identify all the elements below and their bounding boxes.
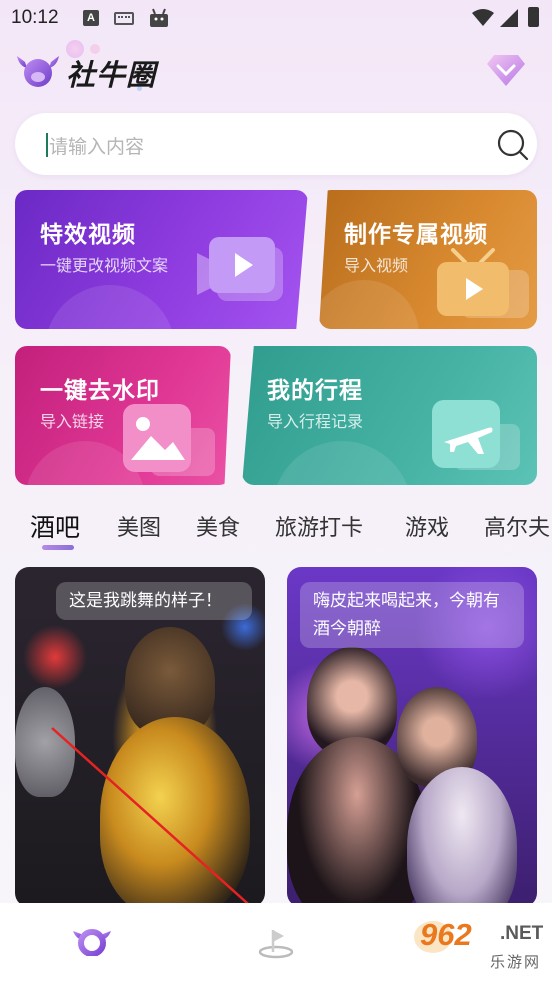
android-icon [150, 8, 168, 27]
card-title: 我的行程 [267, 378, 363, 404]
card-title: 制作专属视频 [344, 222, 488, 248]
post-caption: 嗨皮起来喝起来，今朝有酒今朝醉 [300, 582, 524, 648]
app-header: 社牛圈 [0, 40, 552, 100]
card-decor [272, 441, 412, 485]
card-remove-watermark[interactable]: 一键去水印 导入链接 [15, 346, 231, 485]
card-my-itinerary[interactable]: 我的行程 导入行程记录 [242, 346, 537, 485]
card-title: 一键去水印 [40, 378, 160, 404]
tv-icon [437, 248, 529, 318]
feed-post-card[interactable]: 嗨皮起来喝起来，今朝有酒今朝醉 [287, 567, 537, 907]
tab-bar[interactable]: 酒吧 [30, 508, 80, 544]
signal-icon [500, 9, 518, 27]
search-bar[interactable]: 请输入内容 [15, 113, 537, 175]
active-tab-indicator [42, 545, 74, 550]
feed-post-card[interactable]: 这是我跳舞的样子！ [15, 567, 265, 907]
airplane-icon [432, 400, 520, 470]
text-cursor [46, 133, 48, 157]
search-icon[interactable] [496, 128, 530, 162]
card-subtitle: 一键更改视频文案 [40, 256, 169, 275]
image-icon [123, 404, 215, 476]
vip-diamond-icon[interactable] [486, 52, 526, 88]
tab-photos[interactable]: 美图 [117, 510, 161, 542]
bull-logo-icon [17, 56, 59, 87]
watermark-site: 乐游网 [490, 953, 542, 971]
tab-food[interactable]: 美食 [196, 510, 240, 542]
video-camera-icon [197, 237, 283, 301]
tab-games[interactable]: 游戏 [405, 510, 449, 542]
search-input[interactable]: 请输入内容 [49, 132, 144, 159]
post-image [100, 717, 250, 907]
nav-home-bull-icon[interactable] [72, 928, 112, 956]
status-bar: 10:12 A [0, 0, 552, 36]
card-custom-video[interactable]: 制作专属视频 导入视频 [319, 190, 537, 329]
keyboard-icon [114, 12, 134, 25]
status-time: 10:12 [11, 7, 59, 28]
card-subtitle: 导入链接 [40, 412, 105, 431]
wifi-icon [472, 9, 494, 26]
tab-golf[interactable]: 高尔夫 [484, 510, 550, 542]
tab-travel[interactable]: 旅游打卡 [275, 510, 363, 542]
bottom-navigation: 962 .NET 乐游网 [0, 903, 552, 981]
card-decor [45, 285, 175, 329]
post-caption: 这是我跳舞的样子！ [56, 582, 252, 620]
nav-discover-icon[interactable] [256, 922, 296, 962]
card-subtitle: 导入行程记录 [267, 412, 364, 431]
watermark-logo: 962 .NET 乐游网 [414, 917, 548, 975]
a-notification-icon: A [83, 10, 99, 26]
card-title: 特效视频 [40, 222, 136, 248]
card-subtitle: 导入视频 [344, 256, 409, 275]
watermark-number: 962 [420, 917, 472, 952]
card-decor [319, 280, 419, 329]
post-image [407, 767, 517, 907]
watermark-net: .NET [500, 923, 544, 944]
app-title: 社牛圈 [66, 58, 157, 92]
post-image [15, 687, 75, 797]
battery-icon [528, 7, 539, 27]
card-special-effects-video[interactable]: 特效视频 一键更改视频文案 [15, 190, 308, 329]
